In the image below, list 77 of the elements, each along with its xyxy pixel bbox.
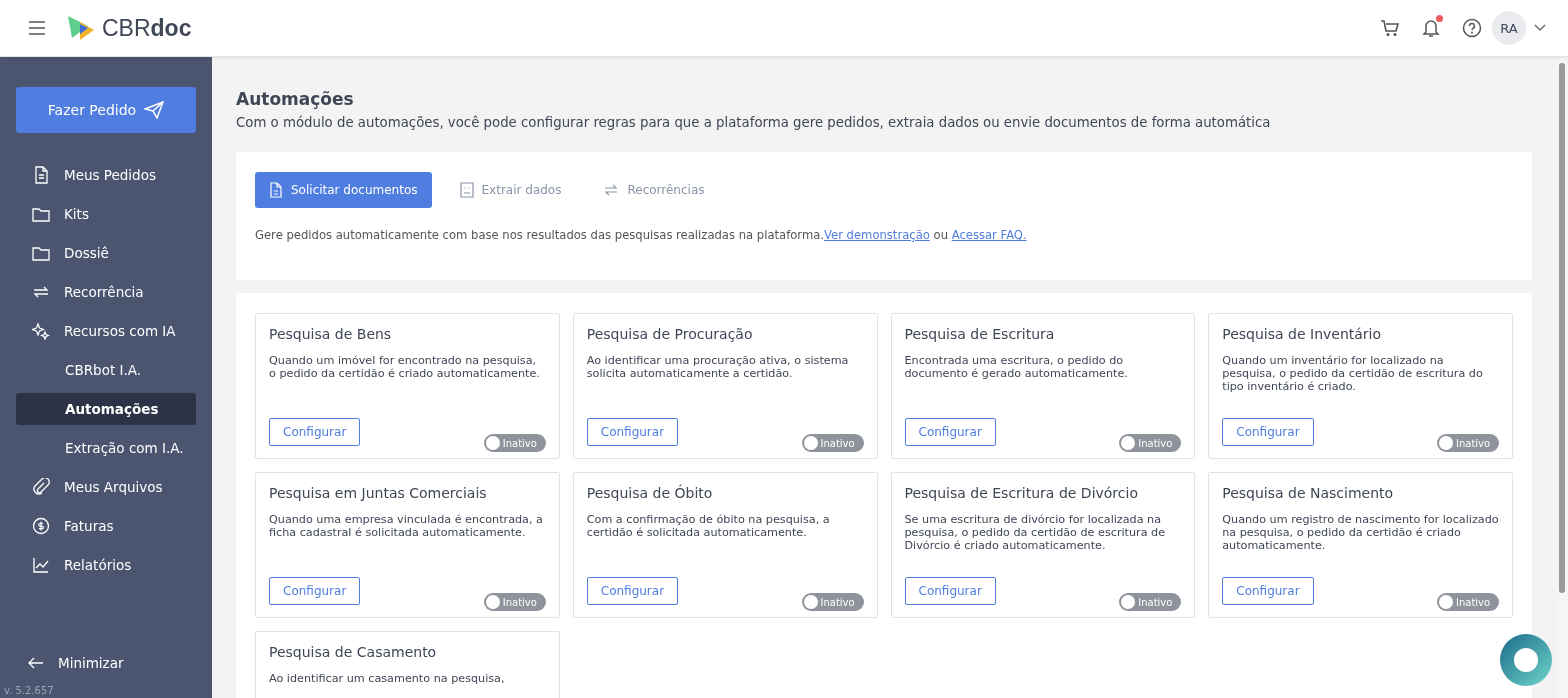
user-avatar[interactable]: RA (1492, 11, 1526, 45)
configure-button[interactable]: Configurar (269, 418, 361, 446)
toggle-switch[interactable]: Inativo (801, 434, 864, 452)
logo-text: CBRdoc (102, 14, 192, 42)
card-title: Pesquisa de Inventário (1222, 326, 1383, 342)
help-icon[interactable] (1462, 18, 1482, 38)
order-button[interactable]: Fazer Pedido (16, 87, 196, 133)
bell-icon[interactable] (1422, 18, 1440, 38)
demo-link[interactable]: Ver demonstração (824, 228, 930, 242)
card-title: Pesquisa de Casamento (269, 644, 438, 660)
toggle-switch[interactable]: Inativo (801, 593, 864, 611)
card-description: Quando um inventário for localizado na pesquisa, o pedido da certidão de escritura do tipo inventário é criado. (1222, 354, 1484, 396)
toggle-switch[interactable]: Inativo (1119, 434, 1182, 452)
card-description: Ao identificar uma procuração ativa, o sistema solicita automaticamente a certidão. (586, 354, 850, 383)
card-title: Pesquisa de Escritura (904, 326, 1056, 342)
menu-icon[interactable] (28, 21, 46, 35)
configure-button[interactable]: Configurar (904, 418, 996, 446)
sidebar-item[interactable]: Recorrência (16, 276, 196, 308)
folder-icon (32, 205, 50, 223)
sidebar-item[interactable]: Meus Pedidos (16, 159, 196, 191)
paper-plane-icon (144, 101, 165, 119)
card-description: Quando um imóvel for encontrado na pesquisa, o pedido da certidão é criado automaticamente. (269, 354, 541, 383)
card-description: Se uma escritura de divórcio for localizada na pesquisa, o pedido da certidão de escritura de Divórcio é criado automaticamente. (904, 513, 1167, 555)
card-title: Pesquisa de Nascimento (1222, 485, 1395, 501)
tab-description: Gere pedidos automaticamente com base nos resultados das pesquisas realizadas na plataforma.Ver demonstração ou Acessar FAQ. (255, 228, 1028, 242)
faq-link[interactable]: Acessar FAQ. (951, 228, 1027, 242)
toggle-switch[interactable]: Inativo (1119, 593, 1182, 611)
configure-button[interactable]: Configurar (586, 577, 679, 605)
cart-icon[interactable] (1380, 19, 1400, 37)
document-icon (269, 182, 283, 198)
repeat-icon (603, 183, 620, 197)
configure-button[interactable]: Configurar (269, 577, 361, 605)
configure-button[interactable]: Configurar (1222, 577, 1314, 605)
sparkle-icon (32, 322, 50, 340)
card-description: Quando um registro de nascimento for localizado na pesquisa, o pedido da certidão é criado automaticamente. (1222, 513, 1499, 555)
folder-icon (32, 244, 50, 262)
sidebar-item[interactable]: Dossiê (16, 237, 196, 269)
sidebar-item[interactable]: Recursos com IA (16, 315, 196, 347)
card-description: Com a confirmação de óbito na pesquisa, a certidão é solicitada automaticamente. (586, 513, 831, 542)
configure-button[interactable]: Configurar (904, 577, 996, 605)
card-title: Pesquisa de Procuração (586, 326, 754, 342)
page-subtitle: Com o módulo de automações, você pode configurar regras para que a plataforma gere pedidos, extraia dados ou envie documentos de forma automática (236, 115, 1272, 130)
toggle-switch[interactable]: Inativo (1437, 593, 1499, 611)
scrollbar-thumb[interactable] (1559, 63, 1565, 593)
version-text: v. 5.2.657 (4, 685, 55, 696)
card-title: Pesquisa em Juntas Comerciais (269, 485, 488, 501)
configure-button[interactable]: Configurar (586, 418, 679, 446)
sidebar-item[interactable]: Faturas (16, 510, 196, 542)
sidebar-item[interactable]: Relatórios (16, 549, 196, 581)
tab[interactable]: Recorrências (589, 172, 719, 208)
card-description: Ao identificar um casamento na pesquisa, (269, 672, 506, 687)
toggle-switch[interactable]: Inativo (483, 434, 546, 452)
card-description: Quando uma empresa vinculada é encontrada, a ficha cadastral é solicitada automaticamente. (269, 513, 544, 542)
toggle-switch[interactable]: Inativo (483, 593, 546, 611)
tab[interactable]: Extrair dados (445, 172, 576, 208)
tab[interactable]: Solicitar documentos (255, 172, 432, 208)
chart-icon (32, 556, 50, 574)
paperclip-icon (32, 478, 50, 496)
configure-button[interactable]: Configurar (1222, 418, 1314, 446)
card-title: Pesquisa de Óbito (586, 485, 714, 501)
sidebar-subitem[interactable]: Automações (16, 393, 196, 425)
chevron-down-icon[interactable] (1534, 24, 1546, 32)
sidebar-item[interactable]: Meus Arquivos (16, 471, 196, 503)
sidebar-subitem[interactable]: Extração com I.A. (16, 432, 196, 464)
card-title: Pesquisa de Escritura de Divórcio (904, 485, 1139, 501)
minimize-link[interactable]: Minimizar (58, 655, 124, 671)
toggle-switch[interactable]: Inativo (1437, 434, 1499, 452)
card-title: Pesquisa de Bens (269, 326, 393, 342)
sidebar-item[interactable]: Kits (16, 198, 196, 230)
sidebar-subitem[interactable]: CBRbot I.A. (16, 354, 196, 386)
dollar-icon (32, 517, 50, 535)
card-description: Encontrada uma escritura, o pedido do documento é gerado automaticamente. (904, 354, 1129, 383)
document-icon (32, 166, 50, 184)
logo-icon (66, 14, 96, 42)
arrow-left-icon[interactable] (28, 657, 44, 669)
page-title: Automações (236, 89, 355, 109)
image-frame-icon (459, 182, 474, 198)
